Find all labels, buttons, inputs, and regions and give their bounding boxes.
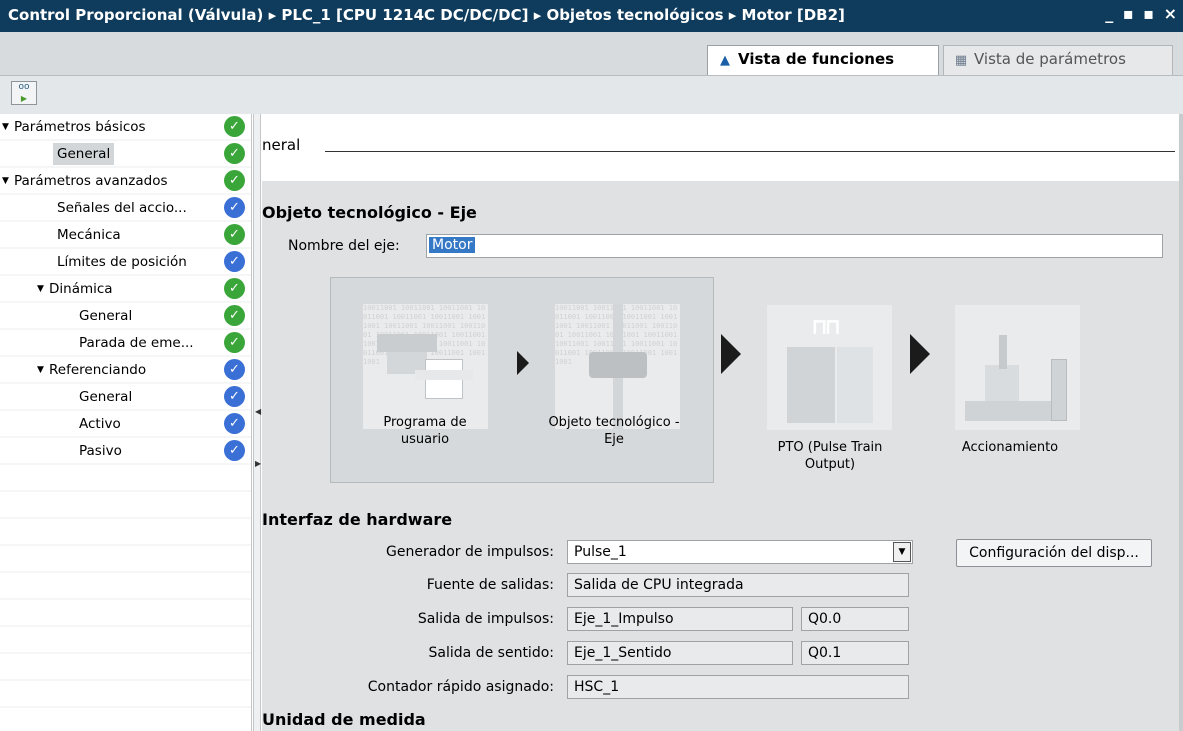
output-source-field[interactable]: Salida de CPU integrada [567, 573, 909, 597]
direction-output-address[interactable]: Q0.1 [801, 641, 909, 665]
expand-arrow-icon: ▼ [2, 122, 9, 132]
hsc-field[interactable]: HSC_1 [567, 675, 909, 699]
hardware-interface-heading: Interfaz de hardware [262, 510, 453, 529]
section-title: neral [262, 136, 301, 154]
caption-user-program: Programa de usuario [383, 415, 467, 447]
breadcrumb: Control Proporcional (Válvula) ▸ PLC_1 [… [8, 6, 845, 24]
motion-object-icon: ▲ [720, 53, 730, 68]
caption-drive: Accionamiento [961, 440, 1059, 455]
pane-splitter[interactable]: ◀ ▶ [253, 114, 261, 731]
status-info-icon: ✓ [224, 386, 245, 407]
axis-name-input[interactable]: Motor [426, 234, 1163, 258]
arrow-right-icon [721, 334, 741, 374]
caption-pto: PTO (Pulse Train Output) [777, 440, 883, 472]
drive-illustration [955, 305, 1080, 430]
user-program-illustration: 10011001 10011001 10011001 10011001 1001… [363, 304, 488, 429]
tech-object-diagram: 10011001 10011001 10011001 10011001 1001… [330, 277, 714, 483]
tree-item-mecanica[interactable]: Mecánica [57, 222, 279, 248]
collapse-left-icon[interactable]: ◀ [255, 407, 261, 416]
expand-arrow-icon: ▼ [37, 365, 44, 375]
toolbar: oo ▶ [0, 76, 1183, 114]
pulse-output-address[interactable]: Q0.0 [801, 607, 909, 631]
section-header: neral [262, 114, 1183, 181]
arrow-right-icon [910, 334, 930, 374]
tab-label: Vista de parámetros [974, 50, 1126, 68]
glasses-icon: oo [18, 82, 30, 92]
status-ok-icon: ✓ [224, 332, 245, 353]
tree-item-senales-accionamiento[interactable]: Señales del accio... [57, 195, 279, 221]
chevron-down-icon[interactable]: ▼ [893, 542, 911, 562]
measurement-unit-heading: Unidad de medida [262, 710, 426, 729]
tech-object-heading: Objeto tecnológico - Eje [262, 203, 477, 222]
status-ok-icon: ✓ [224, 224, 245, 245]
pulse-output-label: Salida de impulsos: [417, 611, 554, 627]
expand-right-icon[interactable]: ▶ [255, 459, 261, 468]
pto-illustration: ⊓⊓ [767, 305, 892, 430]
status-info-icon: ✓ [224, 197, 245, 218]
pulse-output-field[interactable]: Eje_1_Impulso [567, 607, 793, 631]
tree-item-activo[interactable]: Activo [79, 411, 222, 437]
play-icon: ▶ [20, 94, 28, 103]
pulse-generator-label: Generador de impulsos: [386, 544, 554, 560]
tree-item-parametros-basicos[interactable]: ▼ Parámetros básicos [2, 114, 224, 140]
tab-label: Vista de funciones [738, 50, 895, 68]
axis-object-illustration: 10011001 10011001 10011001 10011001 1001… [555, 304, 680, 429]
tree-item-dinamica-general[interactable]: General [79, 303, 222, 329]
axis-name-value: Motor [429, 237, 476, 253]
axis-name-label: Nombre del eje: [288, 238, 400, 254]
parameter-tree: ▼ Parámetros básicos ✓ General ✓ ▼ Parámet… [0, 114, 252, 731]
status-info-icon: ✓ [224, 413, 245, 434]
tree-item-pasivo[interactable]: Pasivo [79, 438, 222, 464]
device-config-button[interactable]: Configuración del disp... [956, 539, 1152, 567]
view-tab-bar: ▲ Vista de funciones ▦ Vista de parámetros [0, 32, 1183, 76]
status-ok-icon: ✓ [224, 116, 245, 137]
vertical-scrollbar[interactable] [1179, 114, 1183, 731]
expand-arrow-icon: ▼ [2, 176, 9, 186]
section-divider [325, 151, 1175, 152]
status-ok-icon: ✓ [224, 170, 245, 191]
status-ok-icon: ✓ [224, 278, 245, 299]
caption-tech-object: Objeto tecnológico - Eje [548, 415, 680, 447]
hsc-label: Contador rápido asignado: [367, 679, 554, 695]
status-info-icon: ✓ [224, 359, 245, 380]
expand-arrow-icon: ▼ [37, 284, 44, 294]
settings-panel: neral Objeto tecnológico - Eje Nombre de… [262, 114, 1183, 731]
status-info-icon: ✓ [224, 440, 245, 461]
tab-vista-de-funciones[interactable]: ▲ Vista de funciones [707, 45, 939, 75]
status-info-icon: ✓ [224, 251, 245, 272]
pulse-generator-value: Pulse_1 [574, 544, 627, 560]
arrow-right-icon [517, 351, 529, 375]
tree-item-parametros-avanzados[interactable]: ▼ Parámetros avanzados [2, 168, 224, 194]
title-bar: Control Proporcional (Válvula) ▸ PLC_1 [… [0, 0, 1183, 32]
tree-item-limites-posicion[interactable]: Límites de posición [57, 249, 279, 275]
table-icon: ▦ [954, 53, 968, 68]
status-ok-icon: ✓ [224, 305, 245, 326]
direction-output-label: Salida de sentido: [428, 645, 554, 661]
window-controls[interactable]: _ ▪ ▪ × [1105, 4, 1179, 23]
pulse-generator-select[interactable]: Pulse_1 ▼ [567, 540, 913, 564]
status-ok-icon: ✓ [224, 143, 245, 164]
tree-item-referenciando-general[interactable]: General [79, 384, 222, 410]
direction-output-field[interactable]: Eje_1_Sentido [567, 641, 793, 665]
pulse-train-icon: ⊓⊓ [813, 315, 840, 340]
tree-item-parada-emergencia[interactable]: Parada de eme... [79, 330, 222, 356]
tab-vista-de-parametros[interactable]: ▦ Vista de parámetros [943, 45, 1173, 75]
output-source-label: Fuente de salidas: [426, 577, 554, 593]
monitor-button[interactable]: oo ▶ [11, 81, 37, 105]
